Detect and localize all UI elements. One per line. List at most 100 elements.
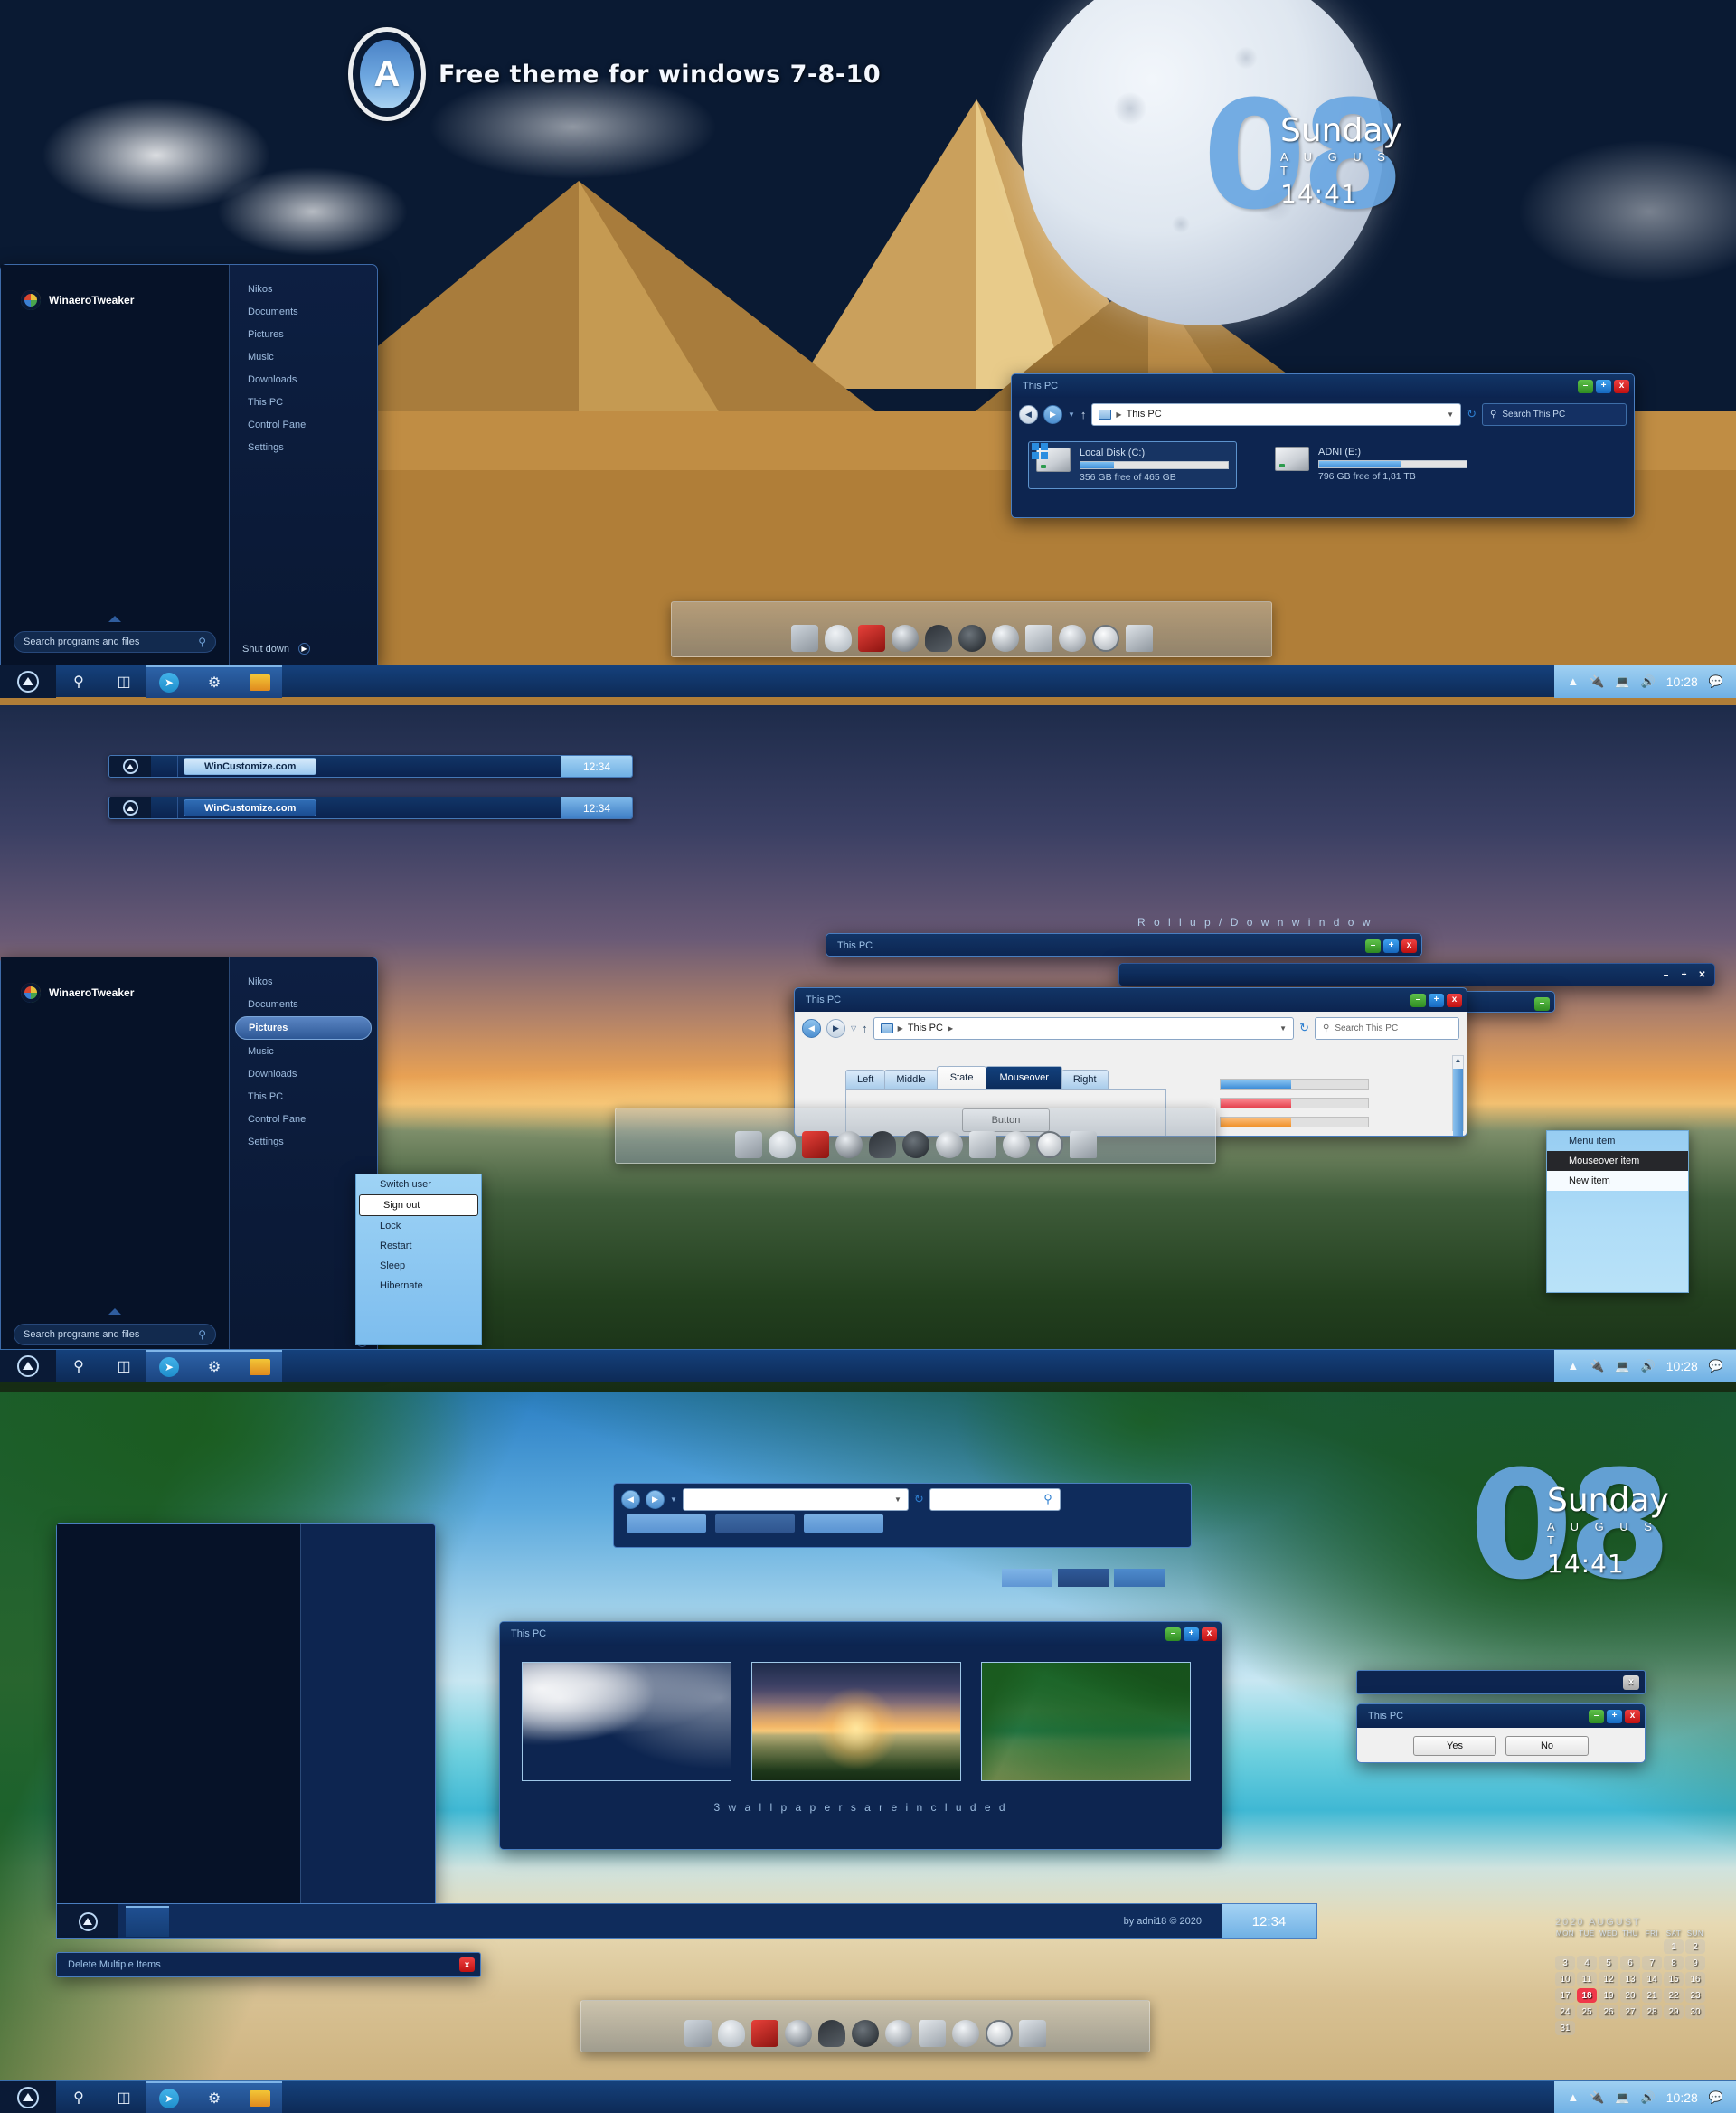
dock-icon-books[interactable]: [857, 625, 885, 652]
taskbar-clock-inactive[interactable]: 12:34: [561, 797, 632, 818]
network-icon[interactable]: 💻: [1615, 1359, 1629, 1373]
start-button[interactable]: [0, 1349, 56, 1382]
dock-icon-headphones[interactable]: [924, 625, 952, 652]
tab-state[interactable]: State: [936, 1066, 987, 1089]
start-button[interactable]: [0, 665, 56, 698]
address-bar[interactable]: ▼: [682, 1487, 909, 1511]
calendar-day[interactable]: 3: [1555, 1956, 1575, 1970]
recent-locations-icon[interactable]: ▼: [670, 1495, 677, 1504]
maximize-button[interactable]: +: [1383, 939, 1399, 953]
network-icon[interactable]: 💻: [1615, 674, 1629, 689]
calendar-day[interactable]: 24: [1555, 2005, 1575, 2019]
dock-icon-books[interactable]: [801, 1131, 829, 1158]
close-button[interactable]: x: [1202, 1627, 1217, 1641]
close-button[interactable]: x: [1401, 939, 1417, 953]
explorer-window-1[interactable]: This PC – + x ◀ ▶ ▼ ↑ ▶ This PC ▼ ↻ ⚲ Se…: [1011, 373, 1635, 518]
window-titlebar[interactable]: This PC – + x: [826, 934, 1421, 956]
calendar-day[interactable]: 4: [1577, 1956, 1597, 1970]
dock-icon-clock[interactable]: [785, 2020, 812, 2047]
search-icon[interactable]: ⚲: [56, 665, 101, 698]
drive-item-adni[interactable]: ADNI (E:) 796 GB free of 1,81 TB: [1268, 441, 1475, 489]
calendar-day[interactable]: 1: [1664, 1939, 1684, 1954]
calendar-day[interactable]: 12: [1599, 1972, 1618, 1986]
calendar-day[interactable]: 25: [1577, 2005, 1597, 2019]
start-search-input[interactable]: Search programs and files ⚲: [14, 631, 216, 653]
tab-preview-1[interactable]: [1002, 1569, 1052, 1587]
minimize-button[interactable]: –: [1165, 1627, 1181, 1641]
address-bar[interactable]: ▶ This PC ▶ ▼: [873, 1016, 1295, 1040]
dock-icon-film[interactable]: [901, 1131, 929, 1158]
window-titlebar[interactable]: This PC – + x: [500, 1622, 1222, 1646]
dock-icon-headphones[interactable]: [868, 1131, 896, 1158]
yes-button[interactable]: Yes: [1413, 1736, 1496, 1756]
sidebar-item-documents[interactable]: Documents: [235, 301, 372, 323]
taskbar-task-button-active[interactable]: WinCustomize.com: [184, 758, 317, 775]
maximize-button[interactable]: +: [1596, 379, 1611, 393]
minimize-button[interactable]: –: [1410, 993, 1426, 1007]
rolled-up-window-2[interactable]: – + ✕: [1118, 963, 1715, 986]
scroll-up-arrow-icon[interactable]: [108, 1308, 121, 1315]
refresh-icon[interactable]: ↻: [1467, 407, 1477, 421]
calendar-day[interactable]: 16: [1685, 1972, 1705, 1986]
task-view-icon[interactable]: ◫: [101, 665, 146, 698]
vertical-scrollbar[interactable]: ▲ ▼: [1452, 1055, 1464, 1136]
sidebar-item-music[interactable]: Music: [235, 346, 372, 368]
telegram-icon[interactable]: ➤: [146, 1349, 192, 1382]
dock-icon-user[interactable]: [768, 1131, 796, 1158]
tray-clock[interactable]: 10:28: [1666, 2090, 1698, 2105]
dock-icon-trash[interactable]: [1125, 625, 1153, 652]
dock-icon-computer[interactable]: [734, 1131, 762, 1158]
power-options-flyout[interactable]: Switch user Sign out Lock Restart Sleep …: [355, 1174, 482, 1345]
search-input[interactable]: ⚲ Search This PC: [1315, 1016, 1459, 1040]
taskbar-1[interactable]: ⚲ ◫ ➤ ⚙ ▲ 🔌 💻 🔊 10:28 💬: [0, 665, 1736, 698]
calendar-day[interactable]: 15: [1664, 1972, 1684, 1986]
start-orb-icon[interactable]: [109, 756, 151, 777]
show-hidden-icons-icon[interactable]: ▲: [1567, 1359, 1579, 1373]
calendar-day[interactable]: 19: [1599, 1988, 1618, 2003]
start-menu-1[interactable]: WinaeroTweaker Search programs and files…: [0, 264, 378, 666]
titlebar-sample-inactive[interactable]: WinCustomize.com 12:34: [108, 797, 633, 819]
calendar-day[interactable]: 8: [1664, 1956, 1684, 1970]
no-button[interactable]: No: [1505, 1736, 1589, 1756]
taskbar-2[interactable]: ⚲ ◫ ➤ ⚙ ▲ 🔌 💻 🔊 10:28 💬: [0, 1349, 1736, 1382]
start-menu-2[interactable]: WinaeroTweaker Search programs and files…: [0, 957, 378, 1359]
refresh-icon[interactable]: ↻: [914, 1492, 924, 1506]
power-item-lock[interactable]: Lock: [356, 1216, 481, 1236]
close-button[interactable]: ✕: [1694, 969, 1710, 983]
show-hidden-icons-icon[interactable]: ▲: [1567, 674, 1579, 688]
calendar-day[interactable]: 31: [1555, 2021, 1575, 2035]
calendar-day[interactable]: 27: [1620, 2005, 1640, 2019]
power-item-switch-user[interactable]: Switch user: [356, 1174, 481, 1194]
dock-icon-books[interactable]: [751, 2020, 778, 2047]
settings-gear-icon[interactable]: ⚙: [192, 665, 237, 698]
sidebar-item-settings[interactable]: Settings: [235, 437, 372, 458]
sidebar-item-nikos[interactable]: Nikos: [235, 278, 372, 300]
taskbar-sample-3[interactable]: by adni18 © 2020 12:34: [56, 1903, 1317, 1939]
system-tray-3[interactable]: ▲ 🔌 💻 🔊 10:28 💬: [1554, 2080, 1736, 2113]
forward-button[interactable]: ▶: [646, 1489, 665, 1509]
close-button[interactable]: x: [1623, 1674, 1639, 1690]
empty-window-left[interactable]: [56, 1523, 436, 1912]
start-menu-pinned-app[interactable]: WinaeroTweaker: [1, 957, 229, 1003]
taskbar-3[interactable]: ⚲ ◫ ➤ ⚙ ▲ 🔌 💻 🔊 10:28 💬: [0, 2080, 1736, 2113]
menu-item-plain[interactable]: Menu item: [1547, 1131, 1688, 1151]
calendar-day[interactable]: 6: [1620, 1956, 1640, 1970]
dock-icon-computer[interactable]: [790, 625, 818, 652]
maximize-button[interactable]: +: [1184, 1627, 1199, 1641]
address-dropdown-icon[interactable]: ▼: [894, 1495, 901, 1504]
start-search-input[interactable]: Search programs and files ⚲: [14, 1324, 216, 1345]
power-item-sleep[interactable]: Sleep: [356, 1256, 481, 1276]
wallpaper-thumb-sunset[interactable]: [751, 1662, 961, 1781]
sidebar-item-settings[interactable]: Settings: [235, 1131, 372, 1153]
action-center-icon[interactable]: 💬: [1709, 1359, 1723, 1373]
start-menu-pinned-app[interactable]: WinaeroTweaker: [1, 265, 229, 310]
wallpapers-window[interactable]: This PC – + x 3 w a l l p a p e r s a r …: [499, 1621, 1222, 1850]
calendar-day-grid[interactable]: 1 2 3 4 5 6 7 8 9 10 11 12 13 14 15 16 17 18 19 20 21 22 23 24 2…: [1555, 1939, 1705, 2035]
file-explorer-icon[interactable]: [237, 1349, 282, 1382]
dock-icon-stopwatch[interactable]: [1035, 1131, 1063, 1158]
tray-clock[interactable]: 10:28: [1666, 1359, 1698, 1373]
calendar-day[interactable]: 29: [1664, 2005, 1684, 2019]
dock-icon-user[interactable]: [824, 625, 852, 652]
minimize-button[interactable]: –: [1589, 1709, 1604, 1723]
sidebar-item-pictures[interactable]: Pictures: [235, 324, 372, 345]
